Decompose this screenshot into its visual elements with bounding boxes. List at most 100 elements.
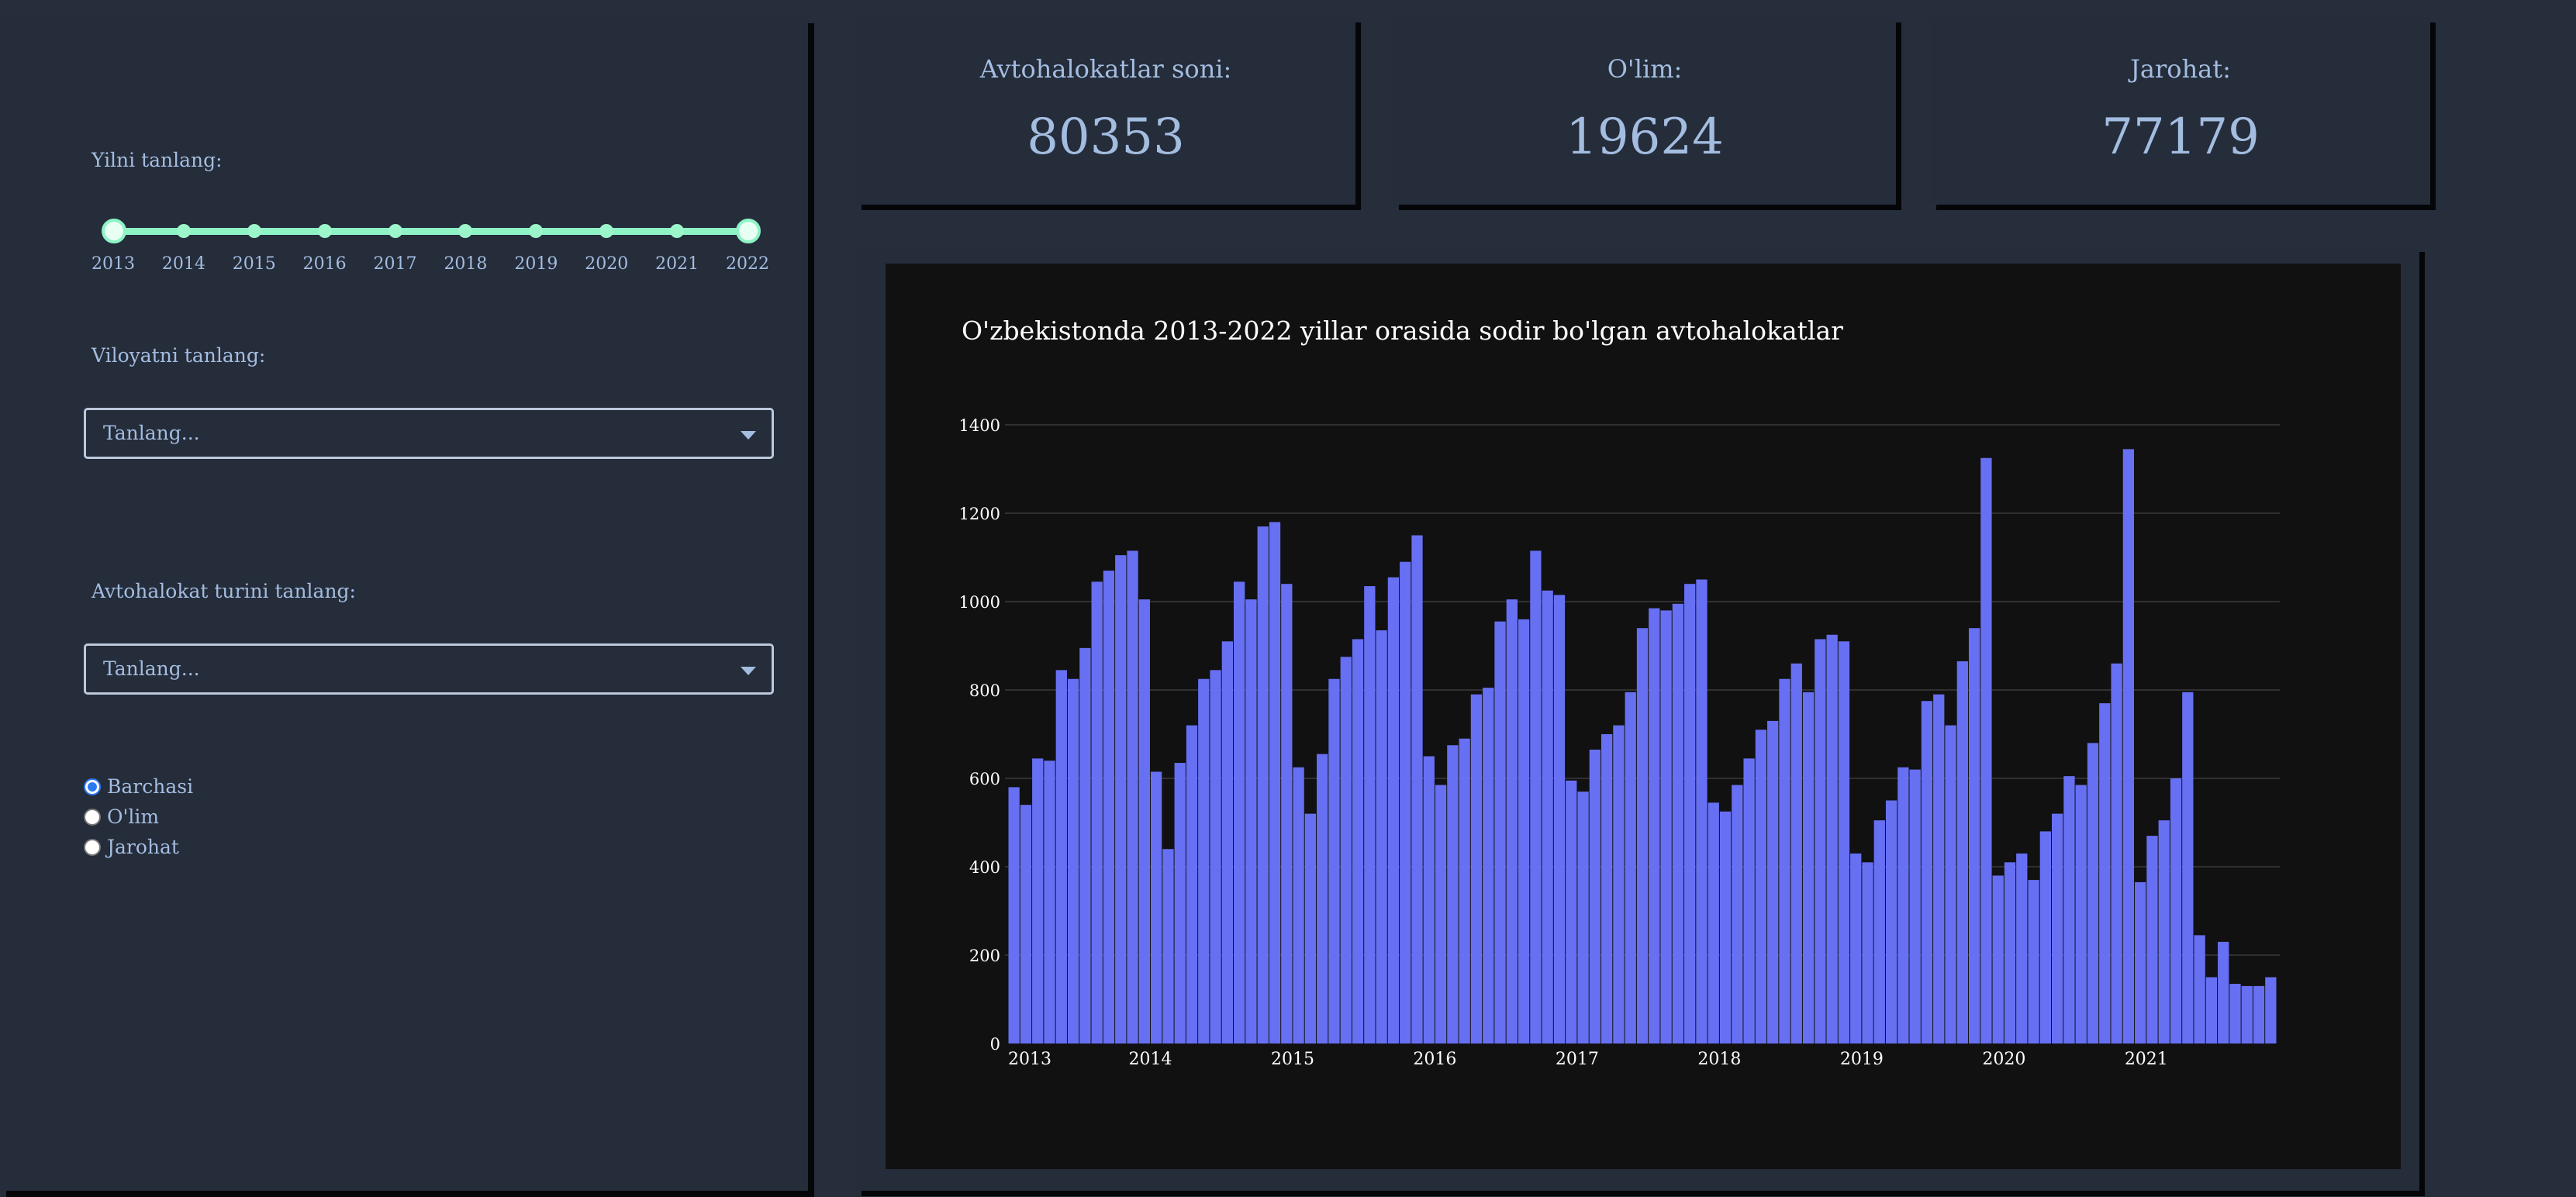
- bar: [2016, 853, 2028, 1043]
- bar: [1376, 630, 1387, 1043]
- bar: [1625, 692, 1636, 1043]
- bar: [1032, 758, 1044, 1043]
- slider-tick-label: 2019: [514, 254, 558, 274]
- chevron-down-icon: [741, 667, 756, 675]
- bar: [1553, 595, 1566, 1043]
- bar: [1684, 584, 1696, 1043]
- bar: [1636, 628, 1649, 1043]
- bar: [1672, 603, 1684, 1043]
- bar: [1257, 526, 1269, 1043]
- bar: [1352, 639, 1364, 1043]
- bar: [1601, 734, 1613, 1043]
- x-tick-label: 2016: [1413, 1050, 1456, 1069]
- bar: [1992, 875, 2004, 1043]
- region-dropdown-placeholder: Tanlang...: [103, 422, 200, 444]
- type-dropdown-placeholder: Tanlang...: [103, 657, 200, 680]
- bar: [1115, 555, 1127, 1043]
- bar: [1138, 599, 1150, 1043]
- bar: [1423, 756, 1435, 1043]
- bar: [2004, 862, 2016, 1043]
- bar: [1328, 678, 1340, 1043]
- bar: [1234, 581, 1245, 1043]
- bar: [1838, 641, 1850, 1043]
- x-tick-label: 2015: [1271, 1050, 1314, 1069]
- card-title: O'lim:: [1607, 54, 1683, 84]
- bar: [1483, 688, 1494, 1043]
- bar: [2182, 692, 2194, 1043]
- bar: [1530, 550, 1542, 1043]
- bar: [1044, 761, 1055, 1043]
- y-tick-label: 600: [969, 770, 1000, 788]
- bar: [1304, 813, 1317, 1043]
- bar: [1103, 571, 1115, 1043]
- slider-step-dot[interactable]: [670, 224, 685, 238]
- slider-step-dot[interactable]: [317, 224, 332, 238]
- bar: [1162, 849, 1174, 1043]
- bar: [1968, 628, 1980, 1043]
- slider-step-dot[interactable]: [599, 224, 614, 238]
- y-tick-label: 200: [969, 947, 1000, 965]
- slider-track[interactable]: [113, 228, 748, 235]
- chevron-down-icon: [741, 431, 756, 440]
- bar: [2205, 977, 2218, 1043]
- bar: [1873, 820, 1885, 1043]
- card-title: Jarohat:: [2130, 54, 2231, 84]
- bar: [1055, 670, 1067, 1043]
- bar: [2241, 985, 2253, 1043]
- type-dropdown[interactable]: Tanlang...: [84, 643, 774, 695]
- region-dropdown[interactable]: Tanlang...: [84, 408, 774, 459]
- slider-tick-label: 2022: [726, 254, 769, 274]
- slider-step-dot[interactable]: [458, 224, 473, 238]
- bar: [1708, 802, 1719, 1043]
- bar: [1980, 457, 1992, 1043]
- bar: [1542, 590, 1553, 1043]
- bar: [1411, 535, 1423, 1043]
- bar: [2087, 743, 2099, 1043]
- year-range-slider[interactable]: [102, 217, 761, 248]
- bar: [1897, 767, 1909, 1043]
- bar: [1850, 853, 1862, 1043]
- bar: [1221, 641, 1234, 1043]
- bar: [1909, 769, 1921, 1043]
- card-value: 77179: [2101, 109, 2260, 166]
- bar: [1790, 663, 1802, 1043]
- type-label: Avtohalokat turini tanlang:: [92, 580, 356, 602]
- radio-button[interactable]: [84, 839, 101, 856]
- bar: [1885, 800, 1897, 1043]
- bar: [1613, 725, 1625, 1043]
- bar: [2194, 935, 2205, 1043]
- slider-handle[interactable]: [102, 219, 126, 243]
- bar: [1008, 787, 1020, 1043]
- y-tick-label: 1400: [959, 416, 1000, 435]
- bar: [1317, 754, 1328, 1043]
- slider-step-dot[interactable]: [176, 224, 191, 238]
- bar: [1779, 678, 1790, 1043]
- x-tick-label: 2014: [1128, 1050, 1172, 1069]
- x-tick-label: 2021: [2125, 1050, 2168, 1069]
- bar: [1364, 586, 1376, 1043]
- radio-button[interactable]: [84, 809, 101, 826]
- radio-label: Barchasi: [107, 775, 194, 798]
- bar: [1506, 599, 1518, 1043]
- bar: [1245, 599, 1257, 1043]
- radio-button[interactable]: [84, 778, 101, 795]
- bar: [2099, 703, 2111, 1043]
- bar: [1079, 647, 1091, 1043]
- y-tick-label: 0: [990, 1035, 1000, 1054]
- bar: [1719, 811, 1732, 1043]
- bar: [2111, 663, 2122, 1043]
- bar: [1767, 720, 1779, 1043]
- slider-step-dot[interactable]: [388, 224, 402, 238]
- slider-tick-label: 2018: [444, 254, 488, 274]
- slider-step-dot[interactable]: [529, 224, 544, 238]
- y-tick-label: 800: [969, 681, 1000, 700]
- bar: [2146, 836, 2158, 1043]
- y-tick-label: 400: [969, 858, 1000, 877]
- slider-step-dot[interactable]: [247, 224, 261, 238]
- bar: [1660, 610, 1672, 1043]
- card-title: Avtohalokatlar soni:: [979, 54, 1232, 84]
- bar: [1470, 694, 1483, 1043]
- bar: [1494, 621, 1506, 1043]
- slider-handle[interactable]: [736, 219, 761, 243]
- bar: [1067, 678, 1079, 1043]
